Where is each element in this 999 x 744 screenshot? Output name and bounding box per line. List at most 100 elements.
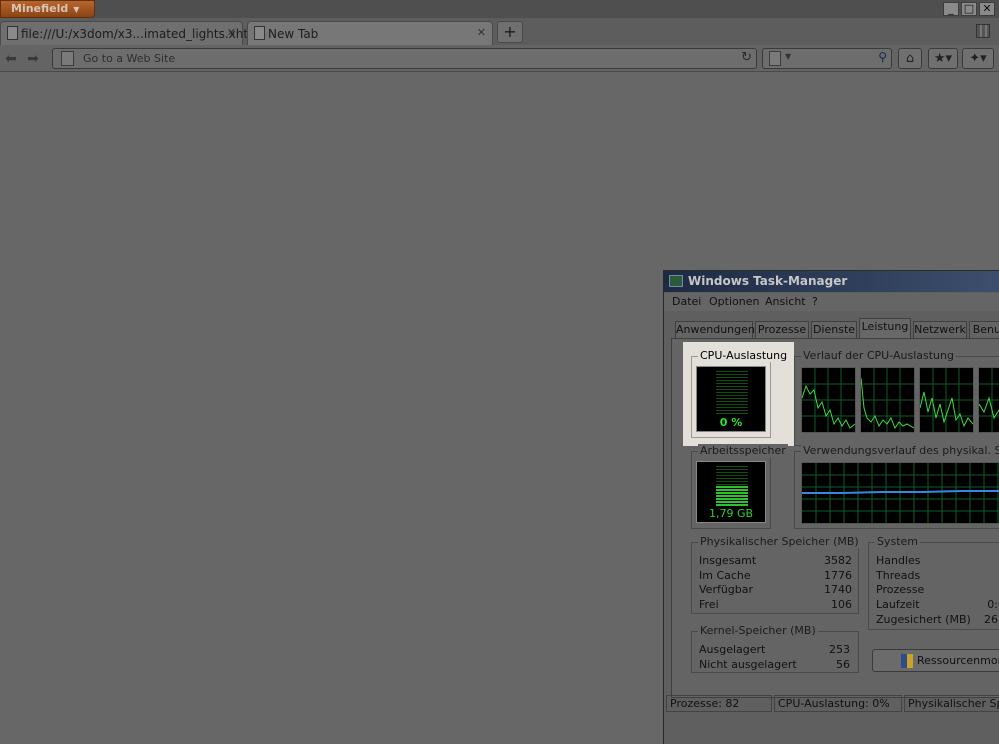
tab-prozesse[interactable]: Prozesse	[755, 321, 809, 339]
memory-meter	[716, 466, 748, 506]
status-bar: Prozesse: 82 CPU-Auslastung: 0% Physikal…	[664, 693, 999, 713]
physical-memory-caption: Physikalischer Speicher (MB)	[698, 535, 861, 548]
stat-label: Ausgelagert	[699, 643, 766, 656]
window-title: Windows Task-Manager	[688, 274, 848, 288]
app-menu-label: Minefield	[11, 2, 69, 15]
stat-value: 0:0	[987, 598, 999, 611]
tab-new-tab[interactable]: New Tab ✕	[247, 21, 493, 45]
stat-label: Threads	[876, 569, 921, 582]
cpu-core-graph	[978, 367, 999, 433]
memory-caption: Arbeitsspeicher	[698, 444, 788, 457]
maximize-button[interactable]: □	[961, 2, 977, 16]
minimize-button[interactable]: _	[943, 2, 959, 16]
menu-datei[interactable]: Datei	[672, 295, 701, 308]
status-processes: Prozesse: 82	[666, 695, 772, 712]
resource-monitor-button[interactable]: Ressourcenmonitor	[872, 649, 999, 672]
memory-gauge: 1,79 GB	[696, 461, 766, 523]
task-manager-titlebar[interactable]: Windows Task-Manager	[664, 271, 999, 292]
cpu-usage-highlight: CPU-Auslastung 0 %	[683, 342, 794, 446]
cpu-history-caption: Verlauf der CPU-Auslastung	[801, 349, 956, 362]
menu-optionen[interactable]: Optionen	[709, 295, 759, 308]
close-tab-icon[interactable]: ✕	[227, 22, 236, 44]
tab-leistung[interactable]: Leistung	[859, 318, 911, 339]
browser-titlebar: Minefield ▼ _ □ ✕	[0, 0, 999, 18]
resource-monitor-label: Ressourcenmonitor	[917, 654, 999, 667]
close-window-button[interactable]: ✕	[979, 2, 995, 16]
tab-netzwerk[interactable]: Netzwerk	[913, 321, 967, 339]
system-caption: System	[875, 535, 921, 548]
tab-benutzer[interactable]: Benut	[969, 321, 999, 339]
stat-label: Frei	[699, 598, 719, 611]
kernel-memory-group: Kernel-Speicher (MB) Ausgelagert 253 Nic…	[691, 624, 859, 673]
stat-value: 56	[836, 658, 850, 671]
page-icon	[61, 51, 74, 66]
cpu-history-group: Verlauf der CPU-Auslastung	[794, 349, 999, 446]
navigation-toolbar: ⬅ ➡ Go to a Web Site ↻ ▼ ⚲ ⌂ ★▾ ✦▾	[0, 45, 999, 72]
stat-label: Laufzeit	[876, 598, 920, 611]
performance-panel: CPU-Auslastung 0 % Verlauf der CPU-Ausla…	[671, 338, 999, 698]
search-engine-icon[interactable]	[769, 51, 781, 66]
menu-bar: Datei Optionen Ansicht ?	[664, 293, 999, 311]
search-icon[interactable]: ⚲	[878, 50, 887, 64]
stat-value: 253	[829, 643, 850, 656]
addons-icon[interactable]: ✦▾	[962, 48, 994, 69]
back-arrow-icon[interactable]: ⬅	[2, 50, 20, 68]
tab-dienste[interactable]: Dienste	[811, 321, 857, 339]
cpu-usage-gauge: 0 %	[696, 366, 766, 432]
page-icon	[7, 26, 18, 40]
new-tab-button[interactable]: +	[497, 21, 523, 43]
task-manager-icon	[669, 275, 683, 287]
page-icon	[254, 26, 265, 40]
stat-label: Im Cache	[699, 569, 751, 582]
status-cpu: CPU-Auslastung: 0%	[774, 695, 902, 712]
stat-value: 267	[984, 613, 999, 626]
cpu-core-graph	[919, 367, 974, 433]
chevron-down-icon: ▼	[785, 52, 792, 61]
uac-shield-icon	[901, 654, 913, 668]
cpu-usage-value: 0 %	[719, 416, 743, 429]
cpu-core-graph	[801, 367, 856, 433]
menu-help[interactable]: ?	[812, 295, 818, 308]
tab-title: New Tab	[268, 27, 319, 41]
memory-value: 1,79 GB	[708, 507, 754, 520]
search-bar[interactable]: ▼ ⚲	[762, 48, 892, 69]
system-group: System Handles Threads Prozesse Laufzeit…	[868, 535, 999, 630]
cpu-usage-caption: CPU-Auslastung	[698, 349, 790, 362]
close-tab-icon[interactable]: ✕	[477, 22, 486, 44]
tab-anwendungen[interactable]: Anwendungen	[675, 321, 755, 339]
kernel-memory-caption: Kernel-Speicher (MB)	[698, 624, 818, 637]
stat-label: Prozesse	[876, 583, 925, 596]
stat-label: Handles	[876, 554, 921, 567]
url-input[interactable]: Go to a Web Site	[83, 52, 175, 65]
cpu-usage-group: CPU-Auslastung 0 %	[691, 349, 790, 438]
home-icon[interactable]: ⌂	[898, 48, 922, 69]
stat-value: 1776	[824, 569, 852, 582]
tab-bar: file:///U:/x3dom/x3...imated_lights.xhtm…	[0, 18, 999, 45]
cpu-meter	[716, 371, 748, 415]
task-manager-window: Windows Task-Manager Datei Optionen Ansi…	[663, 270, 999, 744]
menu-ansicht[interactable]: Ansicht	[765, 295, 806, 308]
forward-arrow-icon[interactable]: ➡	[24, 50, 42, 68]
memory-group: Arbeitsspeicher 1,79 GB	[691, 444, 788, 529]
tab-x3dom-file[interactable]: file:///U:/x3dom/x3...imated_lights.xhtm…	[0, 21, 263, 45]
stat-label: Insgesamt	[699, 554, 757, 567]
memory-history-graph	[801, 462, 999, 524]
stat-label: Nicht ausgelagert	[699, 658, 797, 671]
status-physical-memory: Physikalischer Speic	[904, 695, 999, 712]
stat-value: 1740	[824, 583, 852, 596]
stat-label: Zugesichert (MB)	[876, 613, 971, 626]
stat-value: 106	[831, 598, 852, 611]
reload-icon[interactable]: ↻	[741, 50, 752, 65]
stat-value: 3582	[824, 554, 852, 567]
chevron-down-icon: ▼	[73, 5, 80, 14]
physical-memory-group: Physikalischer Speicher (MB) Insgesamt 3…	[691, 535, 861, 614]
app-menu-button[interactable]: Minefield ▼	[0, 0, 95, 18]
url-bar[interactable]: Go to a Web Site ↻	[52, 48, 757, 69]
memory-history-caption: Verwendungsverlauf des physikal. Speic	[801, 444, 999, 457]
cpu-core-graph	[860, 367, 915, 433]
tab-groups-icon[interactable]	[976, 24, 990, 38]
stat-label: Verfügbar	[699, 583, 754, 596]
memory-history-group: Verwendungsverlauf des physikal. Speic	[794, 444, 999, 529]
memory-meter-fill	[716, 486, 748, 506]
bookmarks-icon[interactable]: ★▾	[928, 48, 958, 69]
